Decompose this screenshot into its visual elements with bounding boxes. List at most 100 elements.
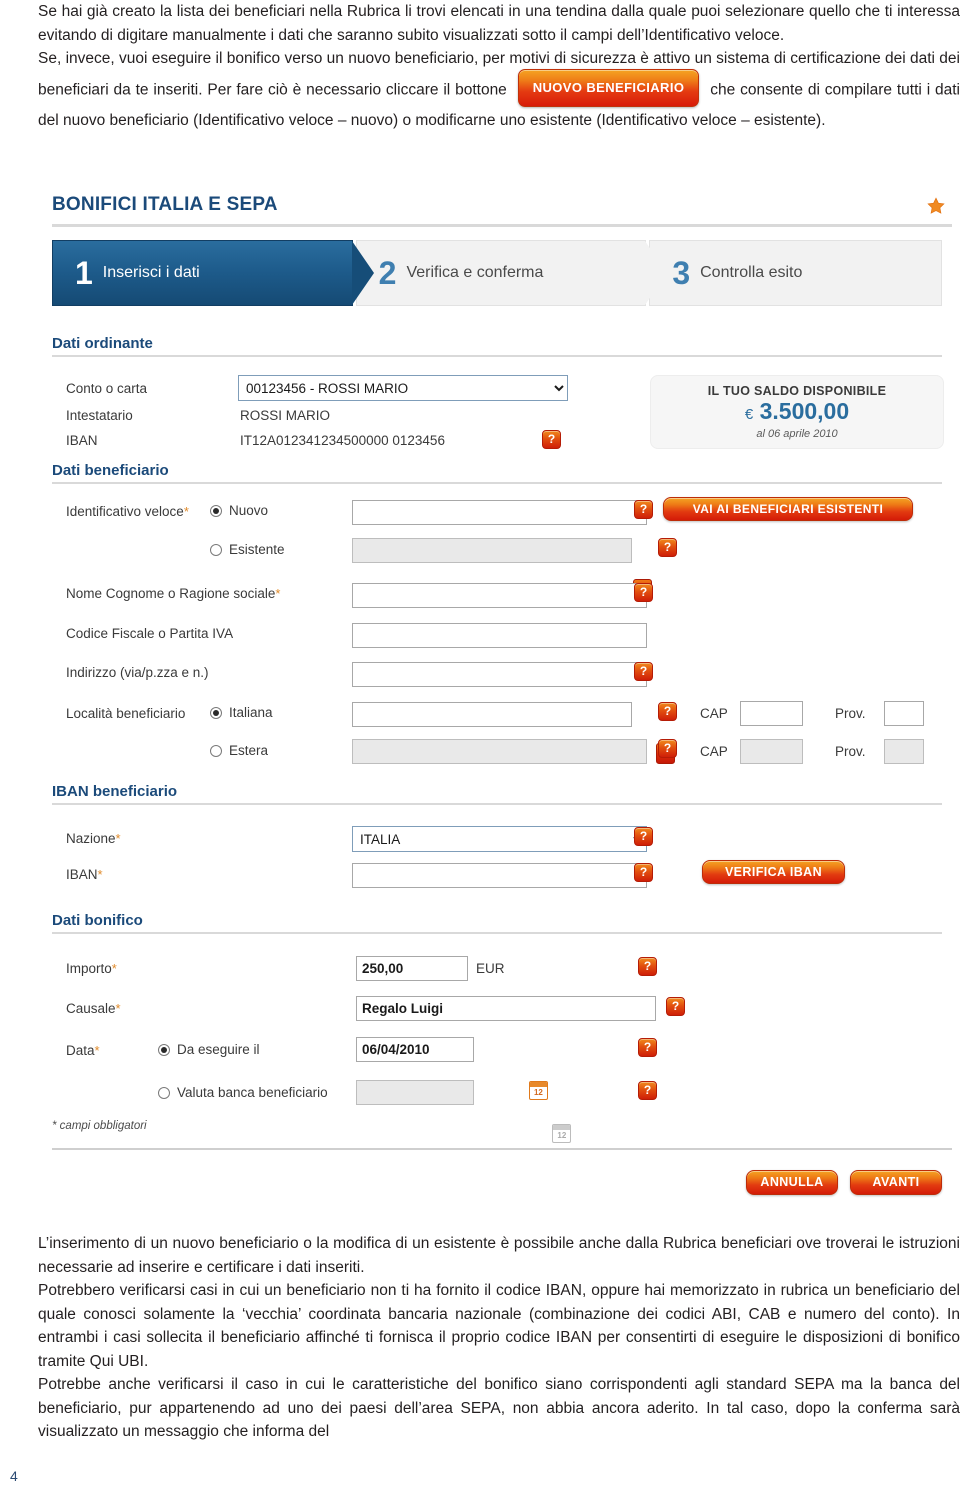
field-label-prov-estera: Prov.	[835, 744, 866, 759]
vai-ai-beneficiari-esistenti-button[interactable]: VAI AI BENEFICIARI ESISTENTI	[663, 497, 913, 521]
radio-valuta-icon[interactable]	[158, 1086, 170, 1099]
section-divider-dati-beneficiario	[52, 482, 942, 484]
intestatario-value: ROSSI MARIO	[240, 408, 331, 423]
help-icon-localita-italiana[interactable]: ?	[658, 702, 677, 721]
radio-italiana-label: Italiana	[229, 705, 273, 720]
help-icon-indirizzo[interactable]: ?	[634, 662, 653, 681]
help-icon-nazione[interactable]: ?	[634, 827, 653, 846]
nazione-select[interactable]: ITALIA	[352, 826, 647, 852]
radio-da-eseguire-icon[interactable]	[158, 1043, 170, 1056]
outro-paragraph-1: L’inserimento di un nuovo beneficiario o…	[38, 1235, 960, 1276]
prov-estera-input[interactable]	[884, 739, 924, 764]
step-2-label: Verifica e conferma	[406, 264, 544, 281]
identificativo-nuovo-input[interactable]	[352, 500, 647, 525]
saldo-value: 3.500,00	[759, 398, 850, 424]
field-label-cap-italiana: CAP	[700, 706, 728, 721]
field-label-conto-o-carta: Conto o carta	[66, 381, 148, 396]
field-label-intestatario: Intestatario	[66, 408, 133, 423]
help-icon-iban-ordinante[interactable]: ?	[542, 430, 561, 449]
step-1-number: 1	[75, 255, 93, 291]
nome-cognome-input[interactable]	[352, 583, 647, 608]
conto-o-carta-select[interactable]: 00123456 - ROSSI MARIO	[238, 375, 568, 401]
iban-beneficiario-input[interactable]	[352, 863, 647, 888]
title-divider	[52, 224, 952, 227]
radio-localita-estera[interactable]: Estera	[210, 743, 268, 758]
help-icon-data[interactable]: ?	[638, 1038, 657, 1057]
data-esecuzione-input[interactable]	[356, 1037, 474, 1062]
saldo-as-of: al 06 aprile 2010	[756, 428, 838, 440]
help-icon-valuta[interactable]: ?	[638, 1081, 657, 1100]
codice-fiscale-input[interactable]	[352, 623, 647, 648]
help-icon-importo[interactable]: ?	[638, 957, 657, 976]
step-2-number: 2	[378, 255, 397, 291]
radio-localita-italiana[interactable]: Italiana	[210, 705, 273, 720]
saldo-currency: €	[744, 406, 754, 423]
radio-italiana-icon[interactable]	[210, 706, 222, 719]
radio-valuta-banca-beneficiario[interactable]: Valuta banca beneficiario	[158, 1085, 328, 1100]
field-label-nome-cognome: Nome Cognome o Ragione sociale*	[66, 586, 281, 601]
identificativo-esistente-input[interactable]	[352, 538, 632, 563]
section-title-dati-ordinante: Dati ordinante	[52, 335, 153, 352]
verifica-iban-button[interactable]: VERIFICA IBAN	[702, 860, 845, 884]
section-iban-beneficiario-header: IBAN beneficiario	[52, 783, 942, 805]
avanti-button[interactable]: AVANTI	[850, 1170, 942, 1195]
radio-esistente-label: Esistente	[229, 542, 285, 557]
valuta-banca-input[interactable]	[356, 1080, 474, 1105]
field-label-iban-beneficiario: IBAN*	[66, 867, 103, 882]
prov-italiana-input[interactable]	[884, 701, 924, 726]
required-marker: *	[111, 961, 117, 976]
importo-currency-label: EUR	[476, 961, 505, 976]
cap-estera-input[interactable]	[740, 739, 803, 764]
required-marker: *	[94, 1043, 100, 1058]
importo-input[interactable]	[356, 956, 468, 981]
help-icon-causale[interactable]: ?	[666, 997, 685, 1016]
step-2-verifica-e-conferma[interactable]: 2 Verifica e conferma	[355, 240, 668, 306]
intro-paragraph-1: Se hai già creato la lista dei beneficia…	[38, 3, 960, 44]
required-marker: *	[115, 831, 121, 846]
nuovo-beneficiario-button[interactable]: NUOVO BENEFICIARIO	[517, 68, 700, 107]
help-icon-iban-beneficiario[interactable]: ?	[634, 863, 653, 882]
section-title-dati-bonifico: Dati bonifico	[52, 912, 143, 929]
section-divider-iban-beneficiario	[52, 803, 942, 805]
saldo-disponibile-box: IL TUO SALDO DISPONIBILE € 3.500,00 al 0…	[650, 375, 944, 449]
radio-identificativo-nuovo[interactable]: Nuovo	[210, 503, 268, 518]
indirizzo-input[interactable]	[352, 662, 647, 687]
iban-ordinante-value: IT12A012341234500000 0123456	[240, 433, 445, 448]
calendar-icon-valuta[interactable]: 12	[552, 1124, 572, 1143]
annulla-button[interactable]: ANNULLA	[746, 1170, 838, 1195]
field-label-iban-ordinante: IBAN	[66, 433, 98, 448]
causale-input[interactable]	[356, 996, 656, 1021]
radio-nuovo-label: Nuovo	[229, 503, 269, 518]
help-icon-identificativo-nuovo[interactable]: ?	[634, 500, 653, 519]
footer-divider	[52, 1148, 952, 1150]
outro-paragraph-2: Potrebbero verificarsi casi in cui un be…	[38, 1282, 960, 1370]
radio-estera-icon[interactable]	[210, 744, 222, 757]
help-icon-nome-cognome[interactable]: ?	[634, 583, 653, 602]
section-divider-dati-bonifico	[52, 932, 942, 934]
localita-italiana-input[interactable]	[352, 702, 632, 727]
bonifico-form-panel: BONIFICI ITALIA E SEPA 1 Inserisci i dat…	[38, 190, 960, 1215]
radio-nuovo-icon[interactable]	[210, 504, 222, 517]
help-icon-identificativo-esistente[interactable]: ?	[658, 538, 677, 557]
radio-estera-label: Estera	[229, 743, 269, 758]
star-icon[interactable]	[926, 196, 946, 216]
field-label-causale: Causale*	[66, 1001, 121, 1016]
saldo-amount: € 3.500,00	[651, 398, 943, 428]
step-3-controlla-esito[interactable]: 3 Controlla esito	[649, 240, 942, 306]
field-label-cap-estera: CAP	[700, 744, 728, 759]
radio-identificativo-esistente[interactable]: Esistente	[210, 542, 285, 557]
step-1-inserisci-i-dati[interactable]: 1 Inserisci i dati	[52, 240, 374, 306]
step-1-arrow-icon	[351, 241, 374, 305]
help-icon-localita-estera[interactable]: ?	[658, 739, 677, 758]
radio-esistente-icon[interactable]	[210, 543, 222, 556]
step-3-number: 3	[672, 255, 691, 291]
radio-da-eseguire-il[interactable]: Da eseguire il	[158, 1042, 260, 1057]
field-label-codice-fiscale: Codice Fiscale o Partita IVA	[66, 626, 234, 641]
cap-italiana-input[interactable]	[740, 701, 803, 726]
localita-estera-input[interactable]	[352, 739, 647, 764]
field-label-localita-beneficiario: Località beneficiario	[66, 706, 186, 721]
calendar-icon-data-esecuzione[interactable]: 12	[528, 1081, 548, 1100]
mandatory-fields-note: * campi obbligatori	[52, 1120, 147, 1132]
step-wizard: 1 Inserisci i dati 2 Verifica e conferma…	[52, 240, 942, 306]
required-marker: *	[275, 586, 281, 601]
